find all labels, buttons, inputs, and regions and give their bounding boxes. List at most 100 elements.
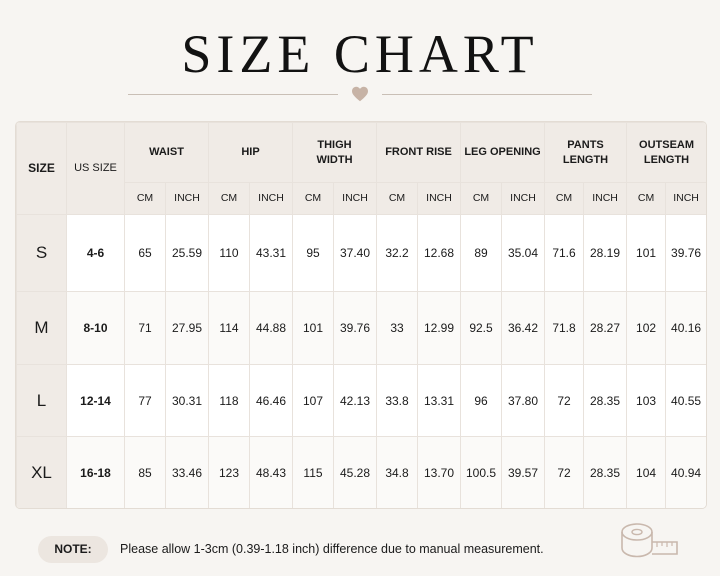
value-cell: 77 xyxy=(124,364,166,437)
leg-opening-header: LEG OPENING xyxy=(460,122,546,183)
value-cell: 71.6 xyxy=(544,214,585,292)
value-cell: 110 xyxy=(208,214,250,292)
value-cell: 71 xyxy=(124,291,166,365)
unit-inch-header: INCH xyxy=(332,182,378,215)
value-cell: 89 xyxy=(460,214,503,292)
us-size-cell: 16-18 xyxy=(66,436,125,508)
heart-icon xyxy=(352,86,368,102)
value-cell: 28.35 xyxy=(583,364,628,437)
value-cell: 96 xyxy=(460,364,503,437)
value-cell: 102 xyxy=(626,291,667,365)
value-cell: 115 xyxy=(292,436,334,508)
value-cell: 95 xyxy=(292,214,334,292)
value-cell: 33.46 xyxy=(165,436,209,508)
note-badge: NOTE: xyxy=(38,536,108,563)
size-cell: M xyxy=(16,291,67,365)
table-row: M 8-10 71 27.95 114 44.88 101 39.76 33 1… xyxy=(16,291,706,365)
value-cell: 45.28 xyxy=(332,436,378,508)
value-cell: 36.42 xyxy=(501,291,546,365)
value-cell: 35.04 xyxy=(501,214,546,292)
value-cell: 107 xyxy=(292,364,334,437)
value-cell: 46.46 xyxy=(249,364,293,437)
table-row: L 12-14 77 30.31 118 46.46 107 42.13 33.… xyxy=(16,364,706,437)
outseam-length-header: OUTSEAM LENGTH xyxy=(626,122,706,183)
value-cell: 28.19 xyxy=(583,214,628,292)
table-row: XL 16-18 85 33.46 123 48.43 115 45.28 34… xyxy=(16,436,706,508)
title-divider xyxy=(128,86,592,102)
value-cell: 37.80 xyxy=(501,364,546,437)
value-cell: 100.5 xyxy=(460,436,503,508)
table-row: S 4-6 65 25.59 110 43.31 95 37.40 32.2 1… xyxy=(16,214,706,292)
value-cell: 28.35 xyxy=(583,436,628,508)
unit-inch-header: INCH xyxy=(501,182,546,215)
value-cell: 28.27 xyxy=(583,291,628,365)
waist-header: WAIST xyxy=(124,122,209,183)
value-cell: 44.88 xyxy=(249,291,293,365)
value-cell: 34.8 xyxy=(376,436,419,508)
measuring-tape-icon xyxy=(621,523,678,558)
value-cell: 42.13 xyxy=(332,364,378,437)
value-cell: 39.57 xyxy=(501,436,546,508)
value-cell: 39.76 xyxy=(665,214,706,292)
value-cell: 13.70 xyxy=(417,436,462,508)
unit-cm-header: CM xyxy=(626,182,667,215)
divider-line-right xyxy=(382,94,592,95)
thigh-width-header: THIGH WIDTH xyxy=(291,122,378,183)
value-cell: 92.5 xyxy=(460,291,503,365)
value-cell: 30.31 xyxy=(165,364,209,437)
size-cell: L xyxy=(16,364,67,437)
value-cell: 32.2 xyxy=(376,214,419,292)
size-column-header: SIZE xyxy=(16,122,67,215)
us-size-cell: 12-14 xyxy=(66,364,125,437)
value-cell: 103 xyxy=(626,364,667,437)
page-title: SIZE CHART xyxy=(181,24,539,84)
value-cell: 101 xyxy=(626,214,667,292)
divider-line-left xyxy=(128,94,338,95)
note-text: Please allow 1-3cm (0.39-1.18 inch) diff… xyxy=(120,542,544,556)
unit-cm-header: CM xyxy=(292,182,334,215)
value-cell: 40.94 xyxy=(665,436,706,508)
value-cell: 27.95 xyxy=(165,291,209,365)
value-cell: 101 xyxy=(292,291,334,365)
value-cell: 39.76 xyxy=(332,291,378,365)
value-cell: 33 xyxy=(376,291,419,365)
value-cell: 104 xyxy=(626,436,667,508)
value-cell: 85 xyxy=(124,436,166,508)
value-cell: 71.8 xyxy=(544,291,585,365)
header-row: SIZE US SIZE WAIST HIP THIGH WIDTH FRONT … xyxy=(16,122,706,215)
value-cell: 25.59 xyxy=(165,214,209,292)
value-cell: 72 xyxy=(544,364,585,437)
size-cell: S xyxy=(16,214,67,292)
value-cell: 118 xyxy=(208,364,250,437)
unit-inch-header: INCH xyxy=(665,182,706,215)
unit-cm-header: CM xyxy=(544,182,585,215)
value-cell: 33.8 xyxy=(376,364,419,437)
value-cell: 40.55 xyxy=(665,364,706,437)
unit-cm-header: CM xyxy=(208,182,250,215)
size-chart-table-wrap: SIZE US SIZE WAIST HIP THIGH WIDTH FRONT … xyxy=(15,121,707,509)
unit-inch-header: INCH xyxy=(249,182,293,215)
unit-cm-header: CM xyxy=(376,182,419,215)
us-size-cell: 8-10 xyxy=(66,291,125,365)
size-cell: XL xyxy=(16,436,67,508)
unit-inch-header: INCH xyxy=(165,182,209,215)
us-size-column-header: US SIZE xyxy=(66,122,125,215)
value-cell: 114 xyxy=(208,291,250,365)
value-cell: 12.99 xyxy=(417,291,462,365)
pants-length-header: PANTS LENGTH xyxy=(544,122,628,183)
value-cell: 37.40 xyxy=(332,214,378,292)
unit-cm-header: CM xyxy=(460,182,503,215)
value-cell: 40.16 xyxy=(665,291,706,365)
value-cell: 123 xyxy=(208,436,250,508)
unit-inch-header: INCH xyxy=(417,182,462,215)
value-cell: 65 xyxy=(124,214,166,292)
value-cell: 48.43 xyxy=(249,436,293,508)
value-cell: 13.31 xyxy=(417,364,462,437)
unit-inch-header: INCH xyxy=(583,182,628,215)
us-size-cell: 4-6 xyxy=(66,214,125,292)
unit-cm-header: CM xyxy=(124,182,166,215)
front-rise-header: FRONT RISE xyxy=(376,122,462,183)
value-cell: 43.31 xyxy=(249,214,293,292)
value-cell: 72 xyxy=(544,436,585,508)
size-chart-table: SIZE US SIZE WAIST HIP THIGH WIDTH FRONT … xyxy=(16,122,706,508)
